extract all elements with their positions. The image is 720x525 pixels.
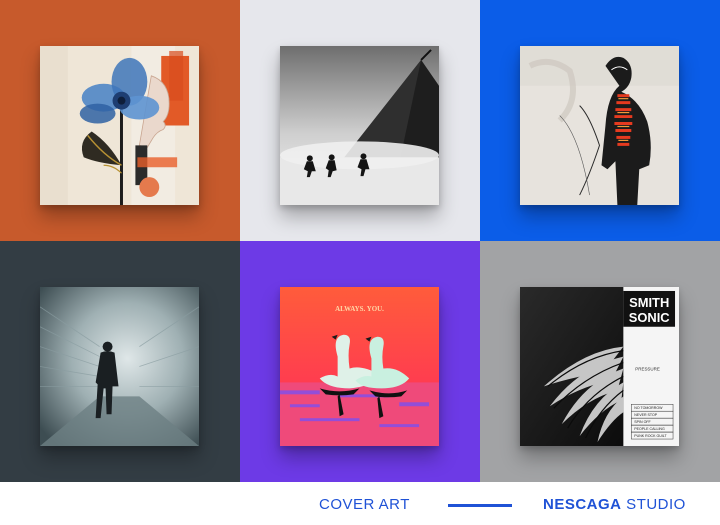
track-2: NEVER STOP [634, 413, 658, 417]
runners-artwork [280, 46, 439, 205]
cover-art-label: COVER ART [319, 496, 410, 513]
swans-artwork: ALWAYS. YOU. [280, 287, 439, 446]
studio-brand-strong: NESCAGA [543, 496, 622, 513]
tile-runners-in-storm [240, 0, 480, 241]
album-cover-swans[interactable]: ALWAYS. YOU. [280, 287, 439, 446]
track-4: PEOPLE CALLING [634, 427, 665, 431]
studio-brand-light: STUDIO [621, 496, 686, 513]
smith-sonic-title-line1: SMITH [629, 295, 669, 310]
album-cover-figure-in-tunnel[interactable] [40, 287, 199, 446]
track-1: NO TOMORROW [634, 406, 663, 410]
tile-flower-portrait [0, 0, 240, 241]
tile-swans: ALWAYS. YOU. [240, 241, 480, 482]
album-cover-spine-figure[interactable] [520, 46, 679, 205]
spine-figure-artwork [520, 46, 679, 205]
track-3: SPIN OFF [634, 420, 651, 424]
track-5: PUNK ROCK GUILT [634, 434, 667, 438]
studio-brand: NESCAGA STUDIO [543, 496, 686, 513]
footer-divider [448, 504, 512, 507]
tunnel-artwork [40, 287, 199, 446]
tile-spine-figure [480, 0, 720, 241]
smith-sonic-album-name: PRESSURE [635, 366, 660, 371]
flower-portrait-artwork [40, 46, 199, 205]
tile-figure-in-tunnel [0, 241, 240, 482]
album-cover-smith-sonic[interactable]: SMITH SONIC PRESSURE NO TOMORROW NEVER S… [520, 287, 679, 446]
smith-sonic-artwork: SMITH SONIC PRESSURE NO TOMORROW NEVER S… [520, 287, 679, 446]
tile-smith-sonic: SMITH SONIC PRESSURE NO TOMORROW NEVER S… [480, 241, 720, 482]
album-cover-flower-portrait[interactable] [40, 46, 199, 205]
swans-cover-text: ALWAYS. YOU. [335, 305, 384, 313]
album-cover-runners-in-storm[interactable] [280, 46, 439, 205]
cover-art-grid: ALWAYS. YOU. SMITH SONIC PRESSURE NO TOM… [0, 0, 720, 482]
smith-sonic-title-line2: SONIC [629, 310, 670, 325]
